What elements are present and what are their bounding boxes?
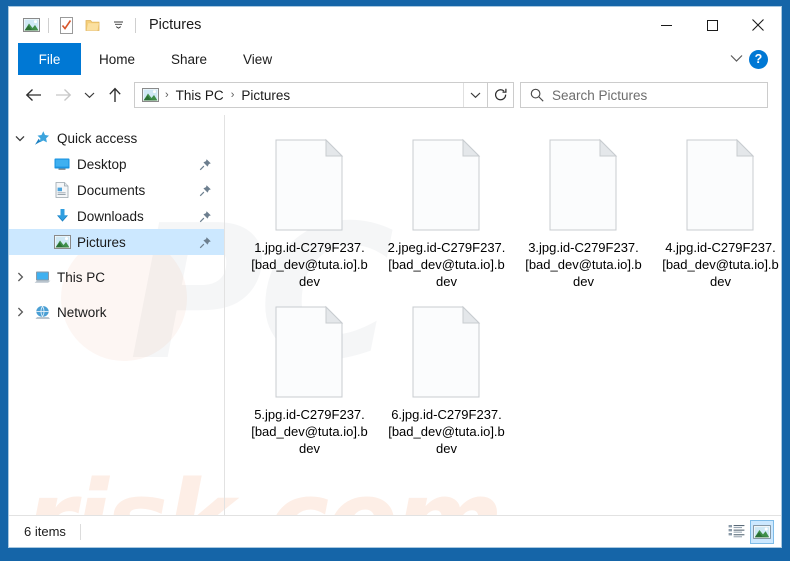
address-bar: › This PC › Pictures Search Pictures xyxy=(9,75,781,115)
star-icon xyxy=(31,130,53,146)
maximize-button[interactable] xyxy=(689,7,735,43)
desktop-icon xyxy=(51,157,73,171)
file-name: 4.jpg.id-C279F237.[bad_dev@tuta.io].bdev xyxy=(662,240,779,289)
blank-document-icon xyxy=(409,304,485,400)
file-name: 6.jpg.id-C279F237.[bad_dev@tuta.io].bdev xyxy=(388,407,505,456)
explorer-window: Pictures File Home Share View ? › This P… xyxy=(8,6,782,548)
properties-icon[interactable] xyxy=(53,13,79,37)
sidebar-label-documents: Documents xyxy=(77,182,146,198)
toolbar-divider-2 xyxy=(135,17,136,33)
network-icon xyxy=(31,305,53,320)
sidebar-item-network[interactable]: Network xyxy=(9,299,224,325)
window-title: Pictures xyxy=(149,17,202,33)
file-item[interactable]: 6.jpg.id-C279F237.[bad_dev@tuta.io].bdev xyxy=(378,300,515,457)
minimize-button[interactable] xyxy=(643,7,689,43)
view-toggle-group xyxy=(724,519,774,544)
sidebar-item-quick-access[interactable]: Quick access xyxy=(9,125,224,151)
address-path-box[interactable]: › This PC › Pictures xyxy=(134,82,488,108)
toolbar-divider xyxy=(48,17,49,33)
expand-ribbon-icon[interactable] xyxy=(730,50,743,68)
large-icons-view-button[interactable] xyxy=(750,519,774,544)
recent-locations-icon[interactable] xyxy=(78,80,100,110)
file-grid: 1.jpg.id-C279F237.[bad_dev@tuta.io].bdev… xyxy=(225,115,781,457)
breadcrumb-item-this-pc[interactable]: This PC xyxy=(172,86,228,105)
title-bar: Pictures xyxy=(9,7,781,43)
help-icon[interactable]: ? xyxy=(749,49,768,69)
details-view-button[interactable] xyxy=(724,520,748,544)
sidebar-item-this-pc[interactable]: This PC xyxy=(9,264,224,290)
pin-icon-pictures[interactable] xyxy=(199,236,212,249)
blank-document-icon xyxy=(409,137,485,233)
tab-file[interactable]: File xyxy=(18,43,81,75)
blank-document-icon xyxy=(272,304,348,400)
address-dropdown-icon[interactable] xyxy=(463,83,487,107)
sidebar-item-documents[interactable]: Documents xyxy=(9,177,224,203)
up-button[interactable] xyxy=(100,80,130,110)
blank-document-icon xyxy=(272,137,348,233)
new-folder-icon[interactable] xyxy=(79,13,105,37)
file-name: 5.jpg.id-C279F237.[bad_dev@tuta.io].bdev xyxy=(251,407,368,456)
sidebar-item-downloads[interactable]: Downloads xyxy=(9,203,224,229)
sidebar-label-desktop: Desktop xyxy=(77,156,127,172)
chevron-down-icon[interactable] xyxy=(9,135,31,142)
breadcrumb-item-pictures[interactable]: Pictures xyxy=(237,86,294,105)
file-item[interactable]: 2.jpeg.id-C279F237.[bad_dev@tuta.io].bde… xyxy=(378,133,515,290)
ribbon-right-controls: ? xyxy=(730,43,781,75)
tab-view[interactable]: View xyxy=(225,43,290,75)
navigation-pane: Quick access Desktop Documents Downloads… xyxy=(9,115,225,515)
sidebar-label-pictures: Pictures xyxy=(77,234,126,250)
item-count-label: 6 items xyxy=(9,523,81,540)
file-list-pane[interactable]: 1.jpg.id-C279F237.[bad_dev@tuta.io].bdev… xyxy=(225,115,781,515)
blank-document-icon xyxy=(546,137,622,233)
search-icon xyxy=(530,88,544,102)
search-placeholder: Search Pictures xyxy=(552,87,648,103)
this-pc-icon xyxy=(31,270,53,285)
downloads-icon xyxy=(51,208,73,224)
sidebar-item-desktop[interactable]: Desktop xyxy=(9,151,224,177)
sidebar-label-quick-access: Quick access xyxy=(57,130,138,146)
refresh-button[interactable] xyxy=(488,82,514,108)
pictures-icon[interactable] xyxy=(18,13,44,37)
file-item[interactable]: 5.jpg.id-C279F237.[bad_dev@tuta.io].bdev xyxy=(241,300,378,457)
sidebar-label-downloads: Downloads xyxy=(77,208,144,224)
breadcrumb-pictures-icon xyxy=(142,88,159,102)
chevron-right-icon-network[interactable] xyxy=(9,307,31,317)
file-item[interactable]: 4.jpg.id-C279F237.[bad_dev@tuta.io].bdev xyxy=(652,133,781,290)
breadcrumb-separator-1[interactable]: › xyxy=(229,89,237,101)
sidebar-item-pictures[interactable]: Pictures xyxy=(9,229,224,255)
pin-icon-documents[interactable] xyxy=(199,184,212,197)
chevron-right-icon-this-pc[interactable] xyxy=(9,272,31,282)
breadcrumb: › This PC › Pictures xyxy=(135,86,463,105)
file-item[interactable]: 3.jpg.id-C279F237.[bad_dev@tuta.io].bdev xyxy=(515,133,652,290)
blank-document-icon xyxy=(683,137,759,233)
search-input[interactable]: Search Pictures xyxy=(520,82,768,108)
forward-button[interactable] xyxy=(48,80,78,110)
quick-access-toolbar xyxy=(9,13,140,37)
file-name: 3.jpg.id-C279F237.[bad_dev@tuta.io].bdev xyxy=(525,240,642,289)
back-button[interactable] xyxy=(18,80,48,110)
pictures-icon xyxy=(51,235,73,249)
sidebar-label-this-pc: This PC xyxy=(57,269,106,285)
file-name: 1.jpg.id-C279F237.[bad_dev@tuta.io].bdev xyxy=(251,240,368,289)
customize-dropdown-icon[interactable] xyxy=(105,13,131,37)
file-name: 2.jpeg.id-C279F237.[bad_dev@tuta.io].bde… xyxy=(387,240,506,289)
documents-icon xyxy=(51,182,73,198)
tab-home[interactable]: Home xyxy=(81,43,153,75)
explorer-body: PC risk.com Quick access Desktop Documen… xyxy=(9,115,781,547)
pin-icon-desktop[interactable] xyxy=(199,158,212,171)
close-button[interactable] xyxy=(735,7,781,43)
sidebar-label-network: Network xyxy=(57,304,107,320)
pin-icon-downloads[interactable] xyxy=(199,210,212,223)
window-controls xyxy=(643,7,781,43)
breadcrumb-separator-0[interactable]: › xyxy=(163,89,171,101)
file-item[interactable]: 1.jpg.id-C279F237.[bad_dev@tuta.io].bdev xyxy=(241,133,378,290)
tab-share[interactable]: Share xyxy=(153,43,225,75)
ribbon-tabs: File Home Share View ? xyxy=(9,43,781,75)
status-bar: 6 items xyxy=(9,515,781,547)
